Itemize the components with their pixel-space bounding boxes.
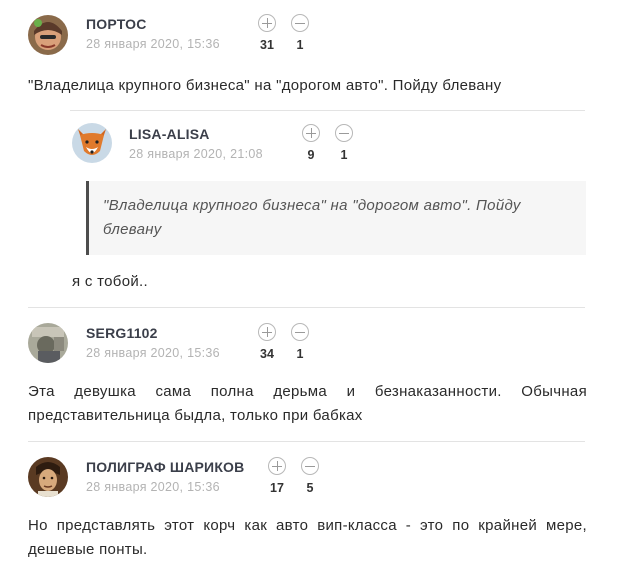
divider [28,441,585,442]
divider [28,307,585,308]
downvote-count: 1 [340,148,348,162]
upvote-count: 9 [307,148,315,162]
author-name[interactable]: ПОРТОС [86,16,147,32]
comment-text: я с тобой.. [72,273,148,290]
minus-circle-icon[interactable] [335,124,353,142]
upvote-count: 31 [260,38,274,52]
comment-text: Эта девушка сама полна дерьма и безнаказ… [28,383,587,424]
upvote-count: 17 [270,481,284,495]
author-name[interactable]: LISA-ALISA [129,126,210,142]
author-name[interactable]: SERG1102 [86,325,158,341]
avatar[interactable] [28,457,68,497]
comment-date: 28 января 2020, 21:08 [129,147,263,161]
minus-circle-icon[interactable] [291,323,309,341]
plus-circle-icon[interactable] [258,14,276,32]
downvote-count: 5 [306,481,314,495]
comment-text: Но представлять этот корч как авто вип-к… [28,517,587,558]
comment-text: "Владелица крупного бизнеса" на "дорогом… [28,77,502,94]
plus-circle-icon[interactable] [302,124,320,142]
downvote-count: 1 [296,347,304,361]
avatar[interactable] [72,123,112,163]
comment-date: 28 января 2020, 15:36 [86,480,220,494]
plus-circle-icon[interactable] [258,323,276,341]
divider [70,110,585,111]
comment-date: 28 января 2020, 15:36 [86,346,220,360]
upvote-count: 34 [260,347,274,361]
plus-circle-icon[interactable] [268,457,286,475]
downvote-count: 1 [296,38,304,52]
quoted-text: "Владелица крупного бизнеса" на "дорогом… [86,181,586,255]
minus-circle-icon[interactable] [291,14,309,32]
avatar[interactable] [28,323,68,363]
minus-circle-icon[interactable] [301,457,319,475]
comment-date: 28 января 2020, 15:36 [86,37,220,51]
avatar[interactable] [28,15,68,55]
author-name[interactable]: ПОЛИГРАФ ШАРИКОВ [86,459,244,475]
